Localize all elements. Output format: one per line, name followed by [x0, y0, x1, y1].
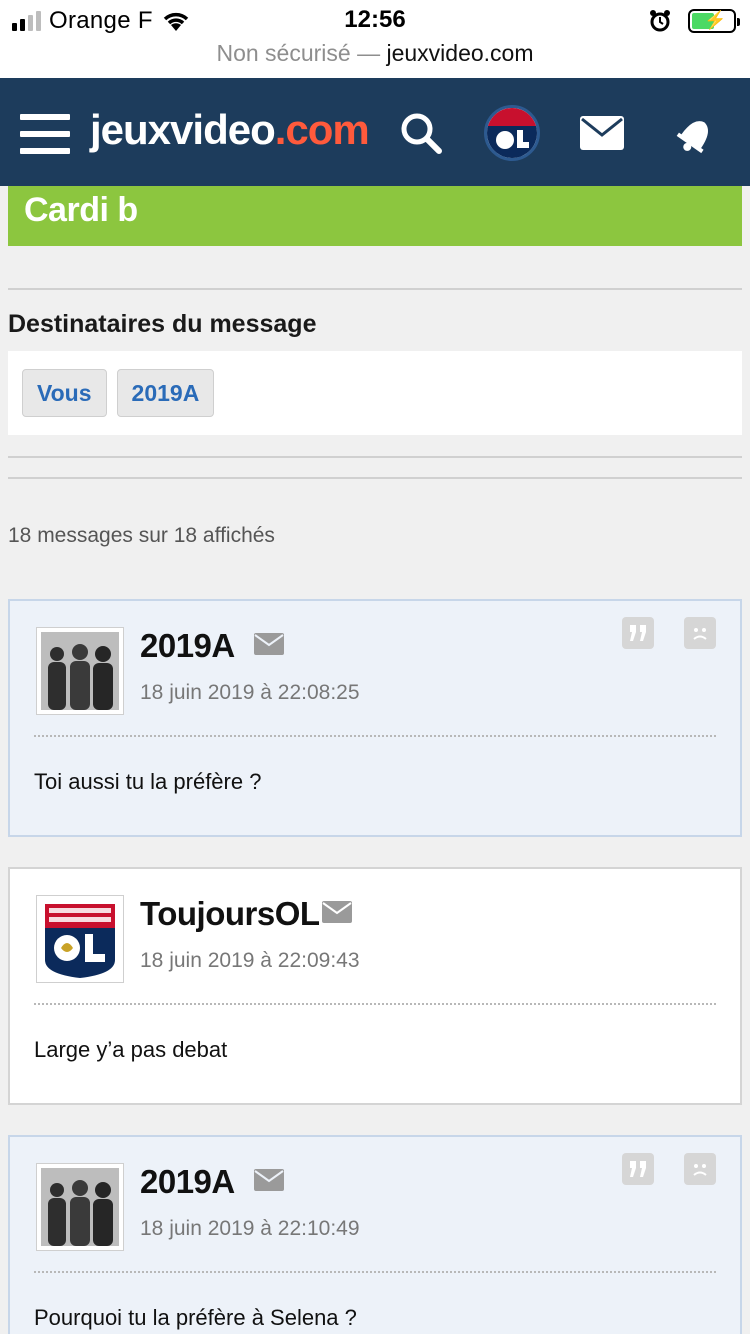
author-name[interactable]: ToujoursOL: [140, 895, 320, 933]
alarm-icon: [650, 10, 670, 32]
site-header: jeuxvideo.com: [0, 78, 750, 186]
url-host: jeuxvideo.com: [386, 40, 534, 66]
envelope-icon[interactable]: [254, 1169, 284, 1191]
message-date[interactable]: 18 juin 2019 à 22:08:25: [140, 681, 360, 705]
report-icon[interactable]: [684, 617, 716, 649]
report-icon[interactable]: [684, 1153, 716, 1185]
message-card: ToujoursOL 18 juin 2019 à 22:09:43 Large…: [8, 867, 742, 1105]
battery-icon: ⚡: [688, 9, 740, 33]
message-date[interactable]: 18 juin 2019 à 22:10:49: [140, 1217, 360, 1241]
profile-avatar[interactable]: [484, 105, 540, 161]
messages-count: 18 messages sur 18 affichés: [8, 524, 275, 547]
message-text: Pourquoi tu la préfère à Selena ?: [34, 1305, 357, 1330]
recipient-tag[interactable]: Vous: [22, 369, 107, 417]
olympique-lyonnais-logo: [41, 900, 119, 978]
clock: 12:56: [344, 6, 406, 33]
group-photo-avatar: [41, 1168, 119, 1246]
search-icon[interactable]: [396, 108, 446, 158]
divider: [8, 477, 742, 479]
envelope-icon[interactable]: [254, 633, 284, 655]
message-date[interactable]: 18 juin 2019 à 22:09:43: [140, 949, 360, 973]
quote-icon[interactable]: [622, 617, 654, 649]
author-avatar[interactable]: [36, 1163, 124, 1251]
menu-icon[interactable]: [20, 114, 70, 154]
message-separator: [34, 735, 716, 737]
envelope-icon[interactable]: [322, 901, 352, 923]
author-avatar[interactable]: [36, 627, 124, 715]
site-logo[interactable]: jeuxvideo.com: [90, 106, 370, 154]
author-avatar[interactable]: [36, 895, 124, 983]
status-right: ⚡: [648, 6, 740, 36]
recipient-tag[interactable]: 2019A: [116, 369, 215, 417]
recipients-list: Vous 2019A: [8, 351, 742, 435]
author-name[interactable]: 2019A: [140, 1163, 235, 1201]
message-card: 2019A 18 juin 2019 à 22:10:49 Pourquoi t…: [8, 1135, 742, 1334]
status-bar: Orange F 12:56 ⚡ Non sécurisé — jeuxvide…: [0, 0, 750, 78]
author-name[interactable]: 2019A: [140, 627, 235, 665]
divider: [8, 288, 742, 290]
mail-icon[interactable]: [580, 116, 624, 150]
message-separator: [34, 1003, 716, 1005]
group-photo-avatar: [41, 632, 119, 710]
url-security-label: Non sécurisé —: [216, 40, 387, 66]
message-card: 2019A 18 juin 2019 à 22:08:25 Toi aussi …: [8, 599, 742, 837]
address-bar[interactable]: Non sécurisé — jeuxvideo.com: [0, 40, 750, 67]
logo-main: jeuxvideo: [90, 106, 276, 153]
notification-bell-icon[interactable]: [672, 108, 722, 158]
message-text: Toi aussi tu la préfère ?: [34, 769, 262, 794]
topic-title: Cardi b: [8, 186, 742, 246]
logo-suffix: .com: [274, 106, 370, 153]
quote-icon[interactable]: [622, 1153, 654, 1185]
divider: [8, 456, 742, 458]
message-separator: [34, 1271, 716, 1273]
recipients-heading: Destinataires du message: [8, 310, 317, 338]
message-text: Large y’a pas debat: [34, 1037, 228, 1062]
